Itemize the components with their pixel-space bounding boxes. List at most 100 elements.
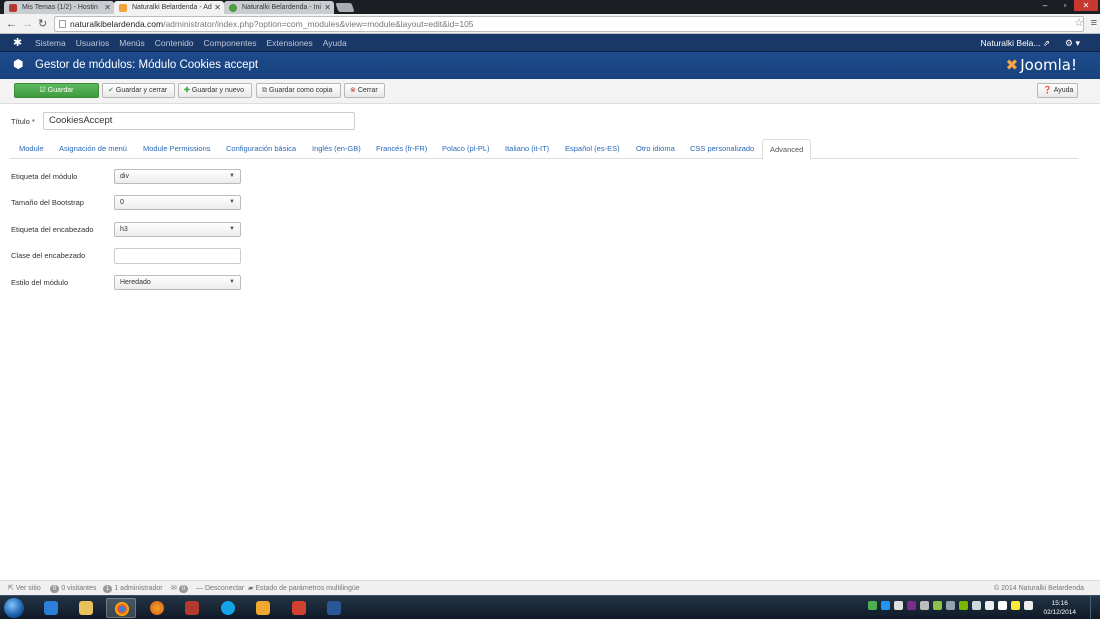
- bookmark-star-icon[interactable]: ☆: [1074, 16, 1084, 30]
- dropbox-icon: [44, 601, 58, 615]
- start-button[interactable]: [4, 598, 24, 618]
- taskbar-app[interactable]: [284, 598, 314, 618]
- taskbar-dropbox[interactable]: [36, 598, 66, 618]
- show-desktop-button[interactable]: [1090, 596, 1100, 619]
- taskbar-chrome[interactable]: [106, 598, 136, 618]
- copyright-text: © 2014 Naturalki Belardenda: [994, 585, 1084, 592]
- menu-item-extensiones[interactable]: Extensiones: [266, 34, 312, 52]
- tray-icon[interactable]: [933, 601, 942, 610]
- header-class-input[interactable]: [114, 248, 241, 264]
- browser-tab-2[interactable]: Naturalki Belardenda - Ad ✕: [114, 1, 224, 14]
- page-header: ⬢ Gestor de módulos: Módulo Cookies acce…: [0, 52, 1100, 79]
- admins-label: 1 administrador: [114, 585, 163, 592]
- tray-icon[interactable]: [907, 601, 916, 610]
- tray-icon[interactable]: [920, 601, 929, 610]
- back-icon[interactable]: ←: [6, 17, 17, 31]
- tab-module-permissions[interactable]: Module Permissions: [143, 139, 211, 159]
- logout-link[interactable]: — Desconectar: [196, 581, 244, 596]
- menu-item-componentes[interactable]: Componentes: [204, 34, 257, 52]
- save-button[interactable]: ☑ Guardar: [14, 83, 99, 98]
- save-icon: ☑: [39, 87, 46, 94]
- forward-icon[interactable]: →: [22, 17, 33, 31]
- browser-menu-icon[interactable]: ≡: [1091, 16, 1097, 30]
- close-window-icon[interactable]: ✕: [1074, 0, 1098, 11]
- maximize-icon[interactable]: ▫: [1054, 0, 1076, 11]
- admins-status: 11 administrador: [103, 581, 163, 596]
- joomla-mark-icon: ✖: [1005, 56, 1019, 74]
- taskbar-media[interactable]: [248, 598, 278, 618]
- gear-icon[interactable]: ⚙ ▾: [1065, 34, 1080, 52]
- visitors-badge: 0: [50, 585, 60, 593]
- tray-icon[interactable]: [1011, 601, 1020, 610]
- taskbar-explorer[interactable]: [71, 598, 101, 618]
- tab-polish[interactable]: Polaco (pl-PL): [442, 139, 490, 159]
- taskbar-word[interactable]: [319, 598, 349, 618]
- close-button[interactable]: ⊗ Cerrar: [344, 83, 385, 98]
- signal-icon[interactable]: [972, 601, 981, 610]
- save-new-button[interactable]: ✚ Guardar y nuevo: [178, 83, 252, 98]
- bootstrap-size-select[interactable]: 0 ▼: [114, 195, 241, 210]
- menu-item-sistema[interactable]: Sistema: [35, 34, 66, 52]
- menu-item-menus[interactable]: Menús: [119, 34, 145, 52]
- cube-icon: ⬢: [13, 57, 24, 71]
- taskbar-skype[interactable]: [213, 598, 243, 618]
- module-tag-label: Etiqueta del módulo: [11, 172, 78, 181]
- help-button[interactable]: ❓ Ayuda: [1037, 83, 1078, 98]
- module-tag-select[interactable]: div ▼: [114, 169, 241, 184]
- tray-icon[interactable]: [881, 601, 890, 610]
- tray-icon[interactable]: [1024, 601, 1033, 610]
- skype-icon: [221, 601, 235, 615]
- tray-icon[interactable]: [868, 601, 877, 610]
- tray-icon[interactable]: [894, 601, 903, 610]
- menu-item-usuarios[interactable]: Usuarios: [76, 34, 110, 52]
- page-title: Gestor de módulos: Módulo Cookies accept: [35, 59, 259, 71]
- save-close-button[interactable]: ✔ Guardar y cerrar: [102, 83, 175, 98]
- multilang-status-link[interactable]: ▰ Estado de parámetros multilingüe: [248, 581, 360, 596]
- header-class-label: Clase del encabezado: [11, 251, 86, 260]
- tab-menu-assignment[interactable]: Asignación de menú: [59, 139, 127, 159]
- view-site-link[interactable]: ⇱ Ver sitio: [8, 581, 41, 596]
- browser-tab-3[interactable]: Naturalki Belardenda - Ini ✕: [224, 1, 334, 14]
- tab-english[interactable]: Inglés (en-GB): [312, 139, 361, 159]
- tab-basic-config[interactable]: Configuración básica: [226, 139, 296, 159]
- chevron-down-icon: ▼: [229, 173, 235, 179]
- url-path: /administrator/index.php?option=com_modu…: [163, 19, 474, 29]
- taskbar-filezilla[interactable]: [177, 598, 207, 618]
- reload-icon[interactable]: ↻: [38, 17, 47, 31]
- tray-icon[interactable]: [946, 601, 955, 610]
- menu-item-contenido[interactable]: Contenido: [155, 34, 194, 52]
- tab-french[interactable]: Francés (fr-FR): [376, 139, 427, 159]
- url-input[interactable]: naturalkibelardenda.com/administrator/in…: [54, 16, 1084, 32]
- header-tag-select[interactable]: h3 ▼: [114, 222, 241, 237]
- taskbar-clock[interactable]: 15:16 02/12/2014: [1043, 599, 1076, 617]
- module-style-select[interactable]: Heredado ▼: [114, 275, 241, 290]
- tab-spanish[interactable]: Español (es-ES): [565, 139, 620, 159]
- tab-close-icon[interactable]: ✕: [104, 1, 111, 14]
- tab-module[interactable]: Module: [19, 139, 44, 159]
- tab-other-language[interactable]: Otro idioma: [636, 139, 675, 159]
- header-tag-value: h3: [120, 226, 128, 233]
- title-input[interactable]: CookiesAccept: [43, 112, 355, 130]
- view-site-label: Ver sitio: [15, 585, 41, 592]
- minimize-icon[interactable]: –: [1034, 0, 1056, 11]
- taskbar-firefox[interactable]: [142, 598, 172, 618]
- tab-italian[interactable]: Italiano (it-IT): [505, 139, 549, 159]
- save-copy-button[interactable]: ⧉ Guardar como copia: [256, 83, 341, 98]
- tab-close-icon[interactable]: ✕: [214, 1, 221, 14]
- joomla-logo-icon[interactable]: ✱: [13, 36, 22, 50]
- tray-icon[interactable]: [959, 601, 968, 610]
- volume-icon[interactable]: [985, 601, 994, 610]
- flag-icon[interactable]: [998, 601, 1007, 610]
- site-user-link[interactable]: Naturalki Bela... ⇗: [981, 34, 1051, 52]
- tab-close-icon[interactable]: ✕: [324, 1, 331, 14]
- tab-label: Naturalki Belardenda - Ini: [242, 4, 321, 11]
- tab-custom-css[interactable]: CSS personalizado: [690, 139, 754, 159]
- title-label: Título *: [11, 117, 35, 126]
- new-tab-button[interactable]: [335, 3, 355, 12]
- browser-tab-1[interactable]: Mis Temas (1/2) - Hostin ✕: [4, 1, 114, 14]
- menu-item-ayuda[interactable]: Ayuda: [323, 34, 347, 52]
- messages-status[interactable]: ✉ 0: [171, 581, 190, 596]
- external-link-icon: ⇱: [8, 585, 14, 592]
- tab-advanced[interactable]: Advanced: [762, 139, 812, 160]
- visitors-status: 00 visitantes: [50, 581, 96, 596]
